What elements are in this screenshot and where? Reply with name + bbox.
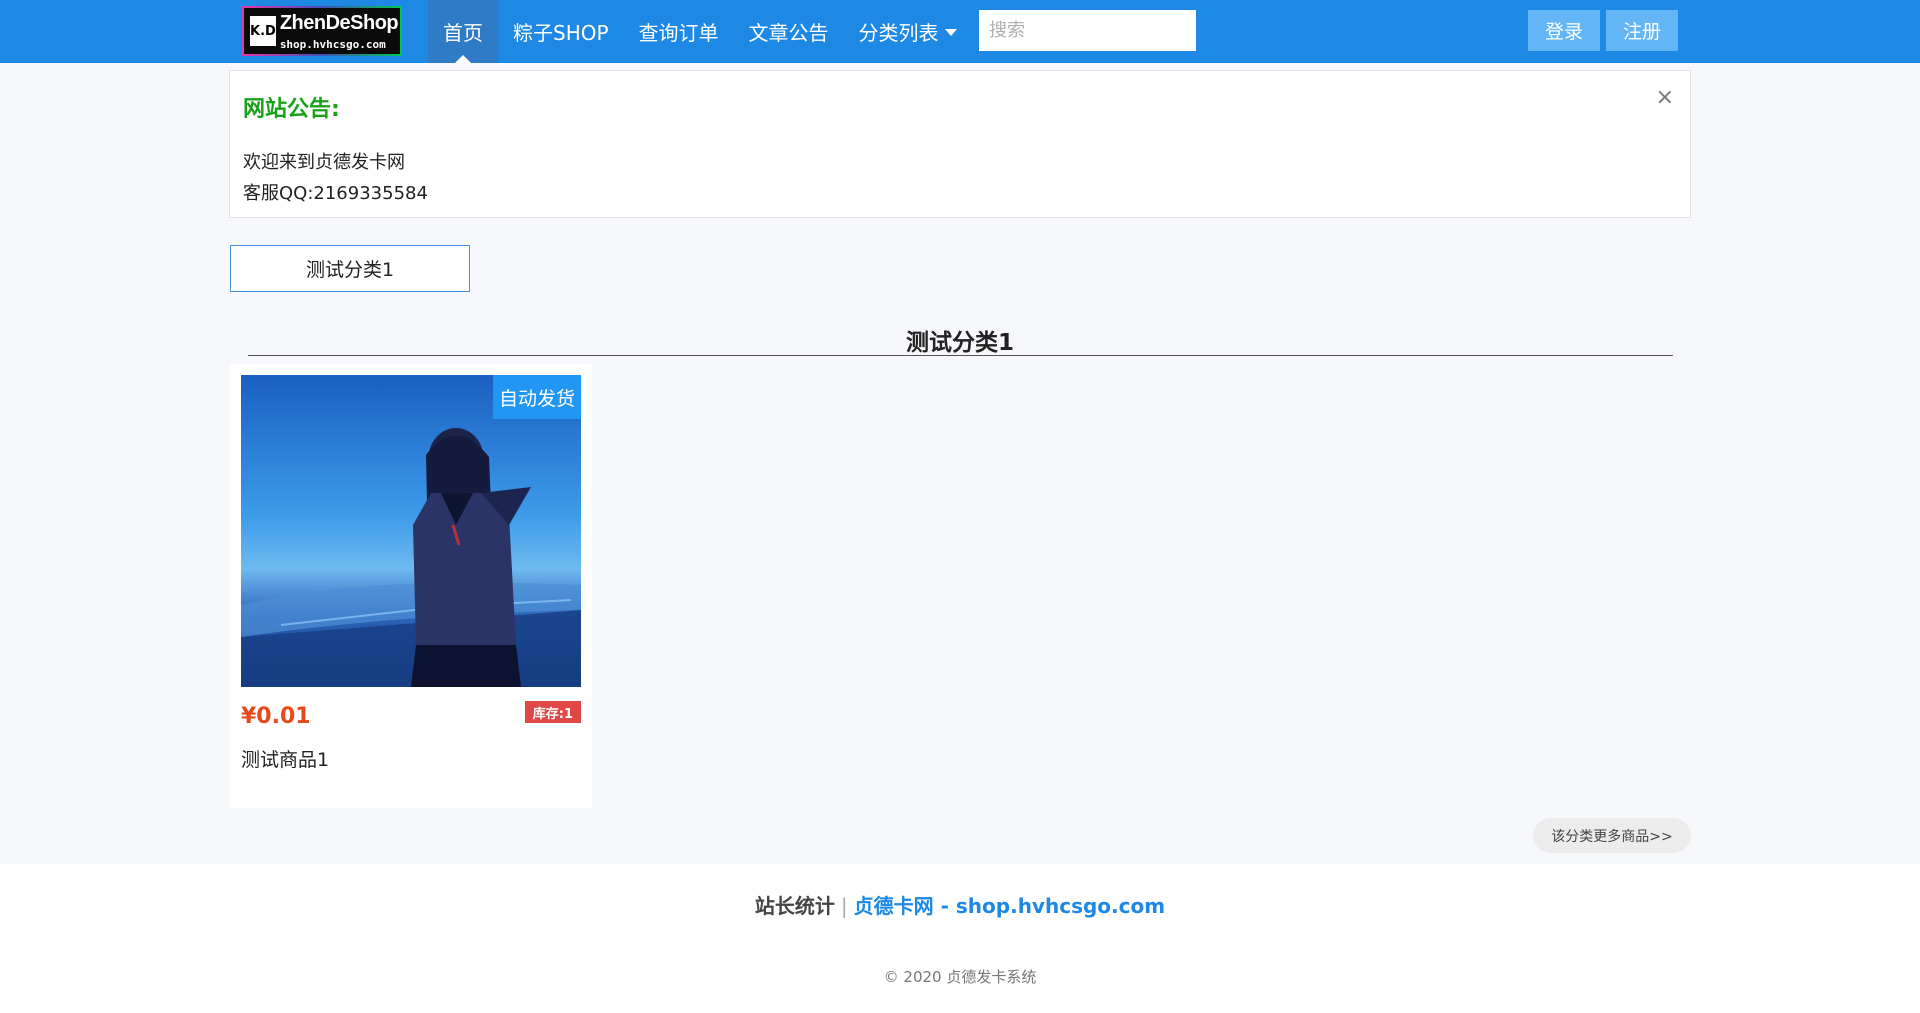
notice-title: 网站公告: (243, 97, 340, 122)
product-card[interactable]: 自动发货 ¥0.01 库存:1 测试商品1 (230, 364, 592, 808)
stats-label[interactable]: 站长统计 (755, 894, 835, 918)
nav-item-query-order[interactable]: 查询订单 (624, 0, 734, 63)
nav-item-label: 粽子SHOP (513, 21, 609, 45)
site-logo[interactable]: K.D ZhenDeShop shop.hvhcsgo.com (242, 6, 402, 56)
stock-badge: 库存:1 (524, 701, 581, 723)
notice-line: 客服QQ:2169335584 (243, 183, 428, 204)
more-products-link[interactable]: 该分类更多商品>> (1533, 818, 1691, 853)
logo-title: ZhenDeShop (279, 11, 399, 34)
section-title: 测试分类1 (905, 330, 1014, 356)
logo-subtitle: shop.hvhcsgo.com (279, 37, 386, 51)
nav-item-label: 文章公告 (748, 21, 829, 45)
nav-item-label: 首页 (443, 21, 483, 45)
product-illustration (241, 375, 581, 687)
footer-stats: 站长统计 | 贞德卡网 - shop.hvhcsgo.com (0, 890, 1920, 919)
top-navbar: K.D ZhenDeShop shop.hvhcsgo.com 首页 粽子SHO… (0, 0, 1920, 63)
product-name[interactable]: 测试商品1 (241, 745, 329, 772)
site-link[interactable]: 贞德卡网 - shop.hvhcsgo.com (854, 894, 1165, 918)
category-tab[interactable]: 测试分类1 (230, 245, 470, 292)
search-input[interactable] (979, 10, 1196, 51)
nav-menu: 首页 粽子SHOP 查询订单 文章公告 分类列表 (428, 0, 972, 63)
nav-item-label: 分类列表 (858, 21, 939, 45)
product-image[interactable]: 自动发货 (241, 375, 581, 687)
site-notice: 网站公告: × 欢迎来到贞德发卡网 客服QQ:2169335584 (229, 70, 1691, 218)
notice-line: 欢迎来到贞德发卡网 (243, 152, 405, 173)
logo-mark-icon: K.D (250, 16, 276, 46)
nav-item-home[interactable]: 首页 (428, 0, 498, 63)
login-button[interactable]: 登录 (1528, 10, 1600, 51)
footer-separator: | (840, 894, 848, 918)
nav-item-shop[interactable]: 粽子SHOP (498, 0, 624, 63)
auto-delivery-badge: 自动发货 (492, 375, 581, 419)
copyright: © 2020 贞德发卡系统 (883, 968, 1037, 986)
close-icon[interactable]: × (1656, 85, 1674, 110)
nav-item-articles[interactable]: 文章公告 (734, 0, 844, 63)
caret-down-icon (944, 29, 957, 36)
product-price: ¥0.01 (241, 704, 311, 729)
nav-item-label: 查询订单 (638, 21, 719, 45)
footer: 站长统计 | 贞德卡网 - shop.hvhcsgo.com © 2020 贞德发卡… (0, 864, 1920, 1013)
register-button[interactable]: 注册 (1606, 10, 1678, 51)
nav-item-category-list[interactable]: 分类列表 (844, 0, 972, 63)
